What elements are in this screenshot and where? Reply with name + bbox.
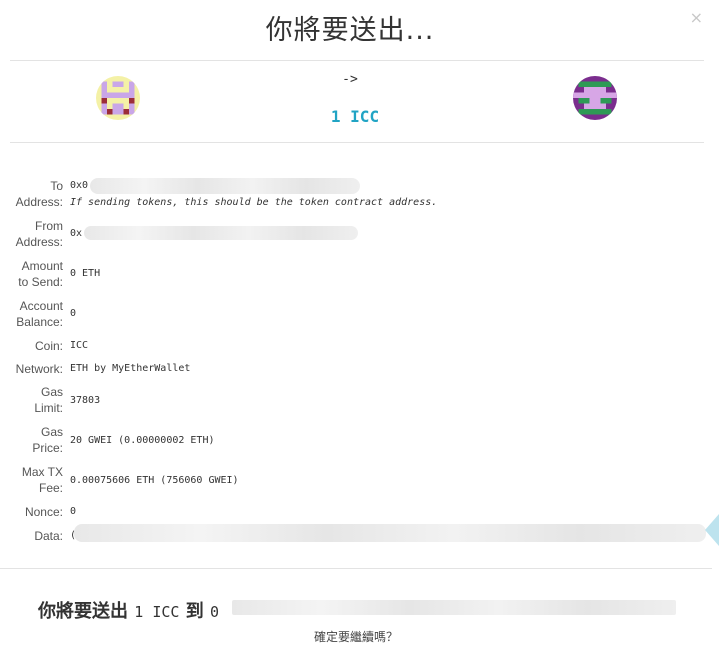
confirm-transaction-modal: 你將要送出... × -> 1 ICC To Address: 0x0 If s…	[0, 0, 719, 661]
redacted-address	[90, 178, 360, 194]
summary-to: 到	[185, 601, 204, 622]
from-identicon-icon	[96, 76, 140, 120]
to-address-hint: If sending tokens, this should be the to…	[70, 197, 438, 208]
amount-label-line1: Amount	[21, 259, 63, 273]
divider	[10, 142, 704, 143]
from-address-label: From Address:	[16, 218, 63, 250]
redacted-address	[232, 600, 676, 615]
confirm-question: 確定要繼續嗎？	[313, 630, 398, 644]
footer-summary: 你將要送出 1 ICC 到 0	[38, 597, 219, 623]
nonce-value: 0	[70, 506, 77, 517]
redacted-data	[74, 524, 706, 542]
from-address-label-line1: From	[35, 219, 63, 233]
gas-limit-label-line1: Gas	[40, 385, 63, 399]
data-label: Data:	[34, 529, 63, 543]
summary-prefix: 你將要送出	[38, 601, 128, 622]
balance-label-line1: Account	[19, 299, 63, 313]
transfer-arrow: ->	[342, 72, 358, 87]
nonce-label: Nonce:	[24, 505, 63, 519]
to-address-label-line2: Address:	[15, 195, 63, 209]
from-address-value: 0x	[70, 228, 83, 239]
max-fee-label-line2: Fee:	[38, 481, 63, 495]
modal-title: 你將要送出...	[265, 15, 435, 46]
network-label: Network:	[15, 362, 63, 376]
divider	[0, 568, 712, 569]
to-address-label: To Address:	[16, 178, 63, 210]
max-fee-label: Max TX Fee:	[22, 464, 63, 496]
redacted-address	[84, 226, 358, 240]
scroll-right-icon[interactable]	[705, 514, 719, 546]
network-value: ETH by MyEtherWallet	[70, 363, 191, 374]
gas-limit-label-line2: Limit:	[34, 401, 63, 415]
gas-price-label-line2: Price:	[32, 441, 63, 455]
close-icon[interactable]: ×	[690, 8, 703, 27]
summary-amount: 1 ICC	[134, 603, 180, 621]
max-fee-value: 0.00075606 ETH (756060 GWEI)	[70, 475, 239, 486]
max-fee-label-line1: Max TX	[21, 465, 63, 479]
divider	[10, 60, 704, 61]
from-address-label-line2: Address:	[15, 235, 63, 249]
balance-label-line2: Balance:	[16, 315, 63, 329]
gas-price-label-line1: Gas	[40, 425, 63, 439]
amount-value: 0 ETH	[70, 268, 101, 279]
gas-price-value: 20 GWEI (0.00000002 ETH)	[70, 435, 215, 446]
gas-limit-value: 37803	[70, 395, 101, 406]
coin-label: Coin:	[34, 339, 63, 353]
coin-value: ICC	[70, 340, 89, 351]
to-address-value: 0x0	[70, 180, 89, 191]
to-identicon-icon	[573, 76, 617, 120]
transfer-amount: 1 ICC	[330, 107, 380, 126]
summary-address: 0	[210, 603, 220, 621]
amount-label-line2: to Send:	[18, 275, 63, 289]
amount-label: Amount to Send:	[18, 258, 63, 290]
gas-limit-label: Gas Limit:	[34, 384, 63, 416]
gas-price-label: Gas Price:	[32, 424, 63, 456]
balance-label: Account Balance:	[16, 298, 63, 330]
to-address-label-line1: To	[50, 179, 63, 193]
balance-value: 0	[70, 308, 77, 319]
